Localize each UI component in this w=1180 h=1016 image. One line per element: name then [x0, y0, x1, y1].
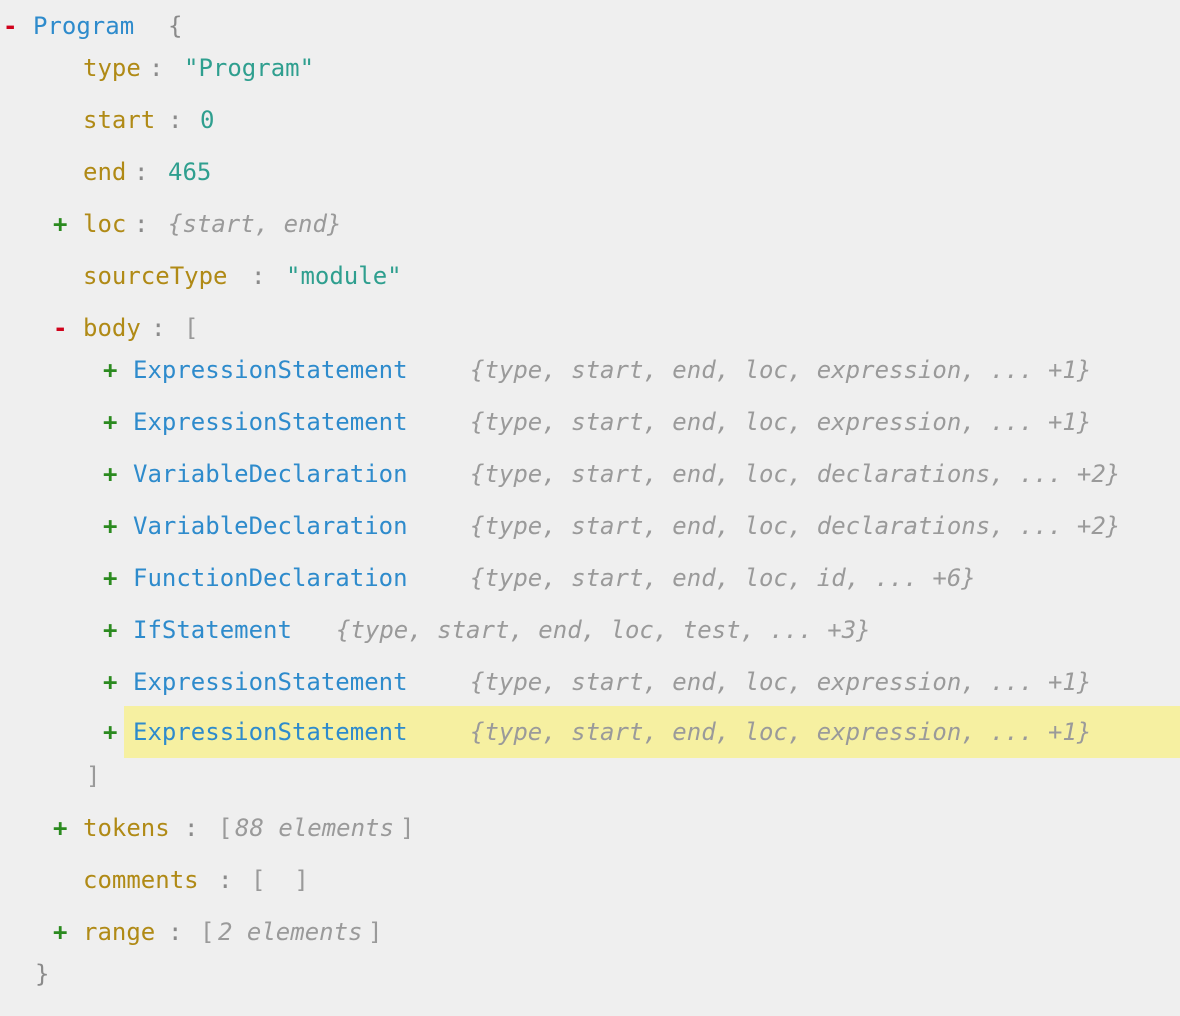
node-type[interactable]: VariableDeclaration: [133, 448, 408, 500]
prop-loc-line[interactable]: + loc : {start, end}: [0, 198, 1180, 250]
node-type[interactable]: ExpressionStatement: [133, 344, 408, 396]
prop-end-line[interactable]: end : 465: [0, 146, 1180, 198]
prop-key-comments: comments: [83, 866, 199, 894]
expand-toggle[interactable]: +: [103, 448, 117, 500]
expand-toggle[interactable]: +: [103, 552, 117, 604]
colon: :: [251, 262, 266, 290]
body-item[interactable]: + ExpressionStatement {type, start, end,…: [0, 396, 1180, 448]
prop-tokens-line[interactable]: + tokens : [ 88 elements ]: [0, 802, 1180, 854]
prop-value-end: 465: [168, 158, 212, 186]
prop-key-loc[interactable]: loc: [83, 198, 126, 250]
close-bracket: ]: [400, 814, 415, 842]
colon: :: [184, 814, 199, 842]
prop-value-start: 0: [200, 106, 215, 134]
body-item[interactable]: + IfStatement {type, start, end, loc, te…: [0, 604, 1180, 656]
body-item[interactable]: + VariableDeclaration {type, start, end,…: [0, 500, 1180, 552]
expand-toggle[interactable]: +: [103, 604, 117, 656]
prop-key-end: end: [83, 158, 127, 186]
root-close-line: }: [0, 948, 1180, 1000]
prop-key-type: type: [83, 54, 141, 82]
node-summary[interactable]: {type, start, end, loc, expression, ... …: [470, 656, 1091, 708]
close-brace: }: [35, 960, 50, 988]
expand-toggle[interactable]: +: [53, 802, 67, 854]
expand-toggle[interactable]: +: [103, 396, 117, 448]
expand-toggle[interactable]: +: [103, 500, 117, 552]
colon: :: [134, 158, 149, 186]
prop-sourcetype-line[interactable]: sourceType : "module": [0, 250, 1180, 302]
node-summary[interactable]: {type, start, end, loc, expression, ... …: [470, 396, 1091, 448]
node-summary[interactable]: {type, start, end, loc, test, ... +3}: [336, 604, 871, 656]
colon: :: [134, 210, 149, 238]
colon: :: [218, 866, 233, 894]
prop-summary-loc[interactable]: {start, end}: [168, 198, 341, 250]
open-bracket: [: [218, 814, 233, 842]
body-close-line: ]: [0, 750, 1180, 802]
prop-key-start: start: [83, 106, 156, 134]
prop-start-line[interactable]: start : 0: [0, 94, 1180, 146]
prop-type-line[interactable]: type : "Program": [0, 42, 1180, 94]
expand-toggle[interactable]: +: [53, 198, 67, 250]
body-item[interactable]: + VariableDeclaration {type, start, end,…: [0, 448, 1180, 500]
body-item[interactable]: + ExpressionStatement {type, start, end,…: [0, 344, 1180, 396]
expand-toggle[interactable]: +: [103, 344, 117, 396]
node-summary[interactable]: {type, start, end, loc, id, ... +6}: [470, 552, 976, 604]
node-summary[interactable]: {type, start, end, loc, declarations, ..…: [470, 448, 1120, 500]
node-summary[interactable]: {type, start, end, loc, declarations, ..…: [470, 500, 1120, 552]
expand-toggle[interactable]: +: [103, 656, 117, 708]
prop-value-type: "Program": [184, 54, 315, 82]
prop-key-tokens[interactable]: tokens: [83, 802, 170, 854]
node-summary[interactable]: {type, start, end, loc, expression, ... …: [470, 344, 1091, 396]
node-type[interactable]: IfStatement: [133, 604, 292, 656]
colon: :: [149, 54, 164, 82]
node-type[interactable]: VariableDeclaration: [133, 500, 408, 552]
prop-key-sourcetype: sourceType: [83, 262, 228, 290]
node-type[interactable]: ExpressionStatement: [133, 656, 408, 708]
prop-comments-line[interactable]: comments : [ ]: [0, 854, 1180, 906]
node-type[interactable]: FunctionDeclaration: [133, 552, 408, 604]
node-type[interactable]: ExpressionStatement: [133, 396, 408, 448]
body-item[interactable]: + ExpressionStatement {type, start, end,…: [0, 656, 1180, 708]
close-bracket: ]: [86, 762, 101, 790]
prop-summary-tokens[interactable]: 88 elements: [235, 802, 394, 854]
prop-value-comments: [ ]: [251, 866, 309, 894]
prop-value-sourcetype: "module": [286, 262, 402, 290]
colon: :: [168, 106, 183, 134]
body-item[interactable]: + FunctionDeclaration {type, start, end,…: [0, 552, 1180, 604]
